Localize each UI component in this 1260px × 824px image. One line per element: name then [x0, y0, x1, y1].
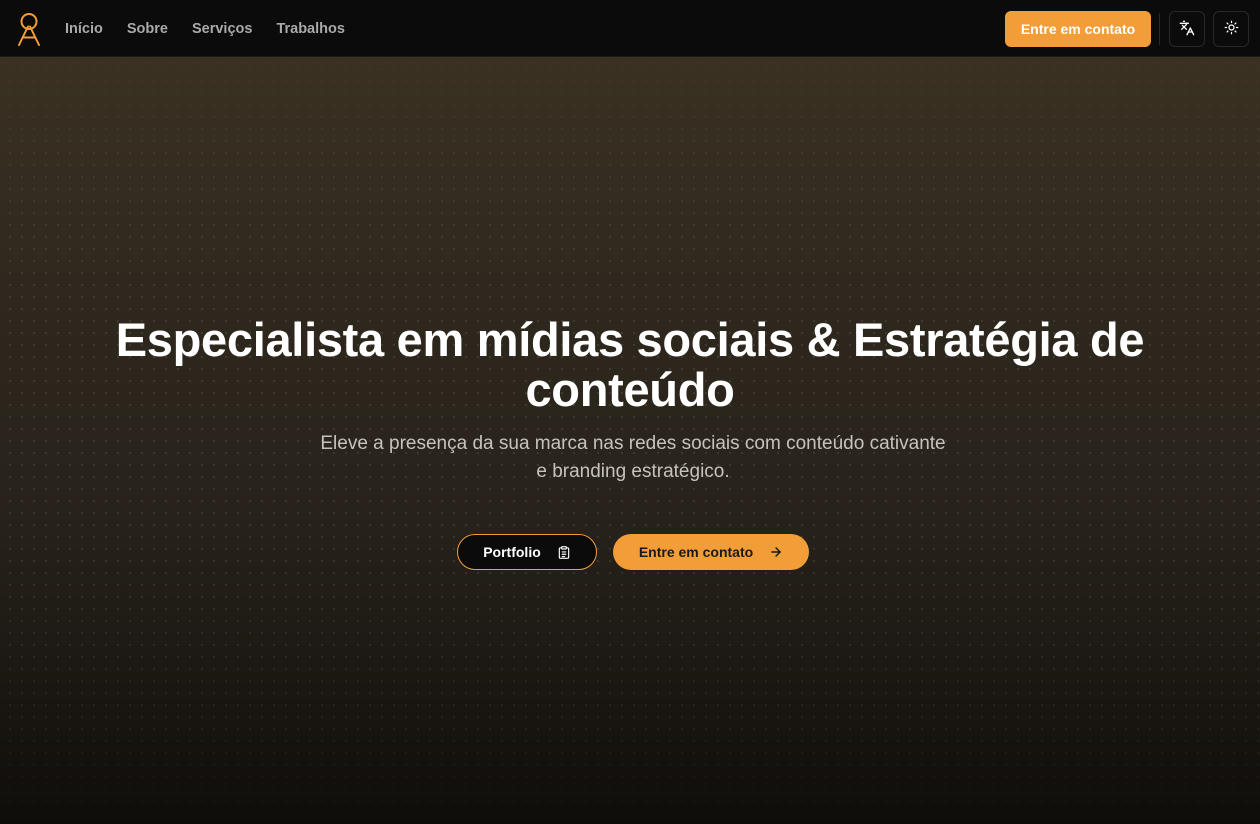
arrow-right-icon — [769, 545, 783, 559]
clipboard-icon — [557, 545, 571, 560]
hero-contact-button-label: Entre em contato — [638, 544, 754, 560]
nav-contact-button[interactable]: Entre em contato — [1005, 11, 1151, 47]
nav-link-trabalhos[interactable]: Trabalhos — [276, 21, 345, 37]
hero-contact-button[interactable]: Entre em contato — [613, 534, 809, 570]
nav-link-sobre[interactable]: Sobre — [127, 21, 168, 37]
hero-title: Especialista em mídias sociais & Estraté… — [115, 313, 1145, 416]
theme-toggle-button[interactable] — [1213, 11, 1249, 47]
translate-icon — [1179, 20, 1195, 39]
sun-icon — [1224, 20, 1239, 38]
portfolio-button[interactable]: Portfolio — [457, 534, 597, 570]
main-nav: Início Sobre Serviços Trabalhos — [65, 0, 369, 57]
portfolio-button-label: Portfolio — [483, 544, 541, 560]
hero-subtitle: Eleve a presença da sua marca nas redes … — [320, 433, 946, 482]
top-navbar: Início Sobre Serviços Trabalhos Entre em… — [0, 0, 1260, 57]
language-toggle-button[interactable] — [1169, 11, 1205, 47]
brand-logo-icon[interactable] — [16, 12, 42, 46]
nav-divider — [1159, 13, 1160, 45]
hero-section: Especialista em mídias sociais & Estraté… — [0, 57, 1260, 824]
nav-link-inicio[interactable]: Início — [65, 21, 103, 37]
nav-link-servicos[interactable]: Serviços — [192, 21, 252, 37]
